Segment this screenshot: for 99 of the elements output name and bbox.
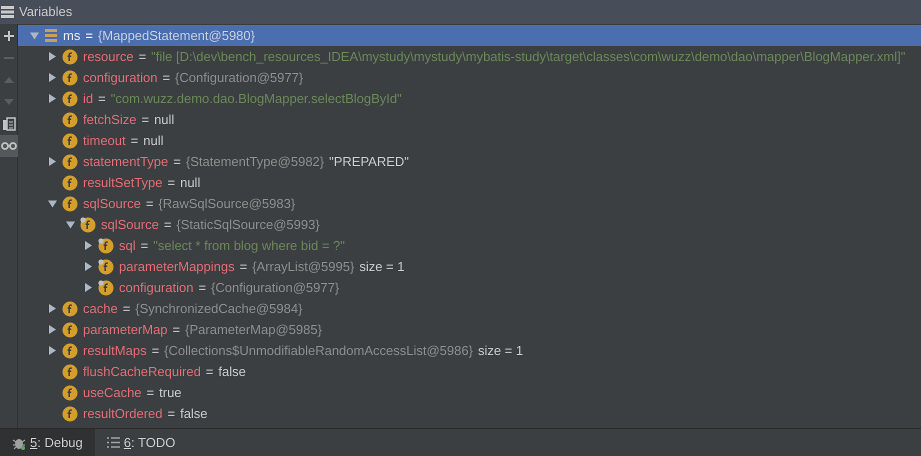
list-icon — [106, 437, 120, 448]
tree-row[interactable]: useCache = true — [18, 382, 921, 403]
variable-value: {ParameterMap@5985} — [185, 320, 322, 339]
variable-name: sqlSource — [83, 194, 141, 213]
tree-row[interactable]: sql = "select * from blog where bid = ?" — [18, 235, 921, 256]
variable-value: null — [154, 110, 174, 129]
variable-value: = — [152, 342, 160, 360]
tree-row[interactable]: resource = "file [D:\dev\bench_resources_IDEA\mystudy\mystudy\mybatis-study\target\classes\com\wuzz\demo\dao\mapper\BlogMapper.xml]" — [18, 46, 921, 67]
tree-row[interactable]: sqlSource = {RawSqlSource@5983} — [18, 193, 921, 214]
variable-name: parameterMap — [83, 320, 168, 339]
variable-value: "select * from blog where bid = ?" — [153, 236, 345, 255]
collapse-arrow-icon[interactable] — [48, 199, 56, 208]
variable-value: = — [198, 278, 206, 297]
variable-name: configuration — [119, 278, 194, 297]
variable-value: "com.wuzz.demo.dao.BlogMapper.selectBlogById" — [110, 90, 402, 108]
variable-value: = — [146, 194, 154, 213]
variable-name: configuration — [83, 68, 158, 87]
variable-value: = — [130, 132, 138, 150]
variable-value: {Configuration@5977} — [211, 278, 340, 297]
variable-value: = — [240, 258, 248, 276]
variable-name: useCache — [83, 384, 142, 402]
expand-arrow-icon[interactable] — [48, 157, 56, 166]
tree-row[interactable]: parameterMappings = {ArrayList@5995} size = 1 — [18, 256, 921, 277]
variable-name: resultOrdered — [83, 404, 162, 423]
panel-title: Variables — [19, 3, 72, 22]
variable-value: = — [162, 68, 170, 87]
variable-value: {StaticSqlSource@5993} — [176, 216, 320, 234]
variable-name: timeout — [83, 132, 126, 150]
variable-value: = — [98, 90, 106, 108]
variable-value: {MappedStatement@5980} — [98, 26, 255, 45]
variable-value: = — [206, 362, 214, 381]
variable-value: = — [146, 384, 154, 402]
variable-value: {SynchronizedCache@5984} — [135, 300, 302, 318]
expand-arrow-icon[interactable] — [84, 262, 92, 271]
tree-row[interactable]: flushCacheRequired = false — [18, 361, 921, 382]
variable-name: flushCacheRequired — [83, 362, 201, 381]
variable-value: false — [180, 404, 208, 423]
variable-value: = — [122, 300, 130, 318]
tree-row[interactable]: configuration = {Configuration@5977} — [18, 277, 921, 298]
tree-row[interactable]: parameterMap = {ParameterMap@5985} — [18, 319, 921, 340]
variable-value: = — [172, 320, 180, 339]
variable-name: fetchSize — [83, 110, 136, 129]
expand-arrow-icon[interactable] — [48, 73, 56, 82]
variable-value: = — [168, 174, 176, 192]
variable-name: cache — [83, 300, 118, 318]
tool-window-tab[interactable]: 5: Debug — [0, 429, 95, 456]
variable-name: statementType — [83, 152, 168, 171]
expand-arrow-icon[interactable] — [84, 241, 92, 250]
tree-row[interactable]: timeout = null — [18, 130, 921, 151]
expand-arrow-icon[interactable] — [48, 52, 56, 61]
variable-name: ms — [63, 26, 80, 45]
variable-value: = — [173, 152, 181, 171]
variable-name: parameterMappings — [119, 258, 235, 276]
tool-window-tab[interactable]: 6: TODO — [94, 429, 188, 456]
expand-arrow-icon[interactable] — [48, 325, 56, 334]
tree-row[interactable]: resultOrdered = false — [18, 403, 921, 424]
list-icon — [44, 29, 58, 42]
expand-arrow-icon[interactable] — [84, 283, 92, 292]
variable-name: sqlSource — [101, 216, 159, 234]
expand-arrow-icon[interactable] — [48, 94, 56, 103]
collapse-arrow-icon[interactable] — [30, 31, 38, 40]
expand-arrow-icon[interactable] — [48, 304, 56, 313]
variable-value: = — [167, 404, 176, 423]
variable-value: = — [140, 236, 148, 255]
variable-value: = — [138, 48, 146, 66]
tree-row[interactable]: sqlSource = {StaticSqlSource@5993} — [18, 214, 921, 235]
tree-row[interactable]: configuration = {Configuration@5977} — [18, 67, 921, 88]
variable-value: {StatementType@5982} — [186, 152, 324, 171]
variable-name: resultMaps — [83, 342, 147, 360]
variable-name: resource — [83, 48, 134, 66]
tree-row[interactable]: resultSetType = null — [18, 172, 921, 193]
collapse-arrow-icon[interactable] — [66, 220, 74, 229]
variable-value: "file [D:\dev\bench_resources_IDEA\mystudy\mystudy\mybatis-study\target\classes\com\wuzz\demo\dao\mapper\BlogMapper.xml]" — [151, 48, 906, 66]
variable-name: id — [83, 90, 94, 108]
variable-value: {Configuration@5977} — [175, 68, 304, 87]
variable-value: = — [164, 216, 172, 234]
panel-icon — [1, 6, 14, 18]
tree-row[interactable]: id = "com.wuzz.demo.dao.BlogMapper.selectBlogById" — [18, 88, 921, 109]
variable-value: "PREPARED" — [329, 152, 409, 171]
tree-row[interactable]: fetchSize = null — [18, 109, 921, 130]
variable-value: true — [159, 384, 182, 402]
tree-row[interactable]: ms = {MappedStatement@5980} — [18, 25, 921, 46]
variable-value: null — [143, 132, 164, 150]
variable-value: null — [180, 174, 200, 192]
variable-value: {RawSqlSource@5983} — [158, 194, 296, 213]
variable-value: {ArrayList@5995} — [252, 258, 354, 276]
variable-value: {Collections$UnmodifiableRandomAccessList@5986} — [164, 342, 473, 360]
variable-value: false — [218, 362, 246, 381]
expand-arrow-icon[interactable] — [48, 346, 56, 355]
tree-row[interactable]: resultMaps = {Collections$UnmodifiableRandomAccessList@5986} size = 1 — [18, 340, 921, 361]
tree-row[interactable]: statementType = {StatementType@5982} "PREPARED" — [18, 151, 921, 172]
variable-name: sql — [119, 236, 136, 255]
variable-value: = — [85, 26, 93, 45]
variable-value: size = 1 — [359, 258, 404, 276]
variable-value: size = 1 — [478, 342, 524, 360]
variable-name: resultSetType — [83, 174, 162, 192]
glasses-icon[interactable] — [0, 135, 18, 157]
tree-row[interactable]: cache = {SynchronizedCache@5984} — [18, 298, 921, 319]
variable-value: = — [141, 110, 150, 129]
